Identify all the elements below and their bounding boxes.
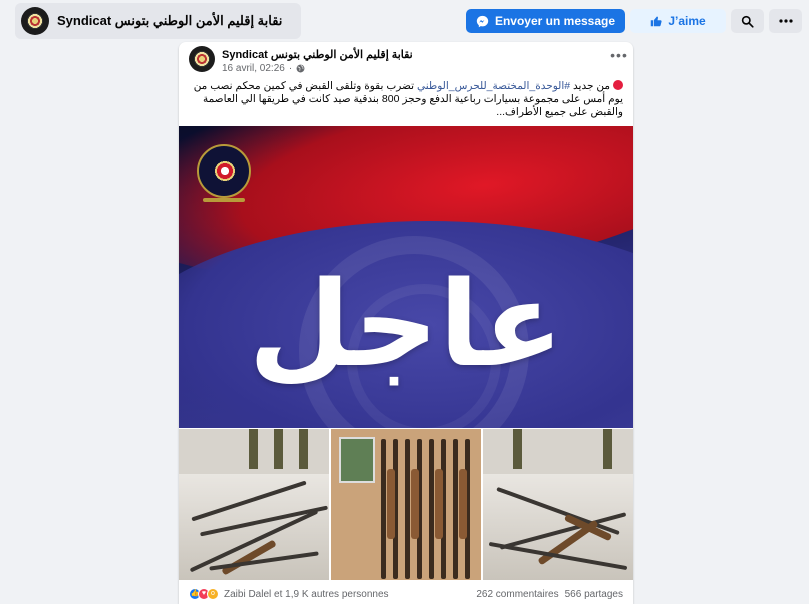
thumbs-up-icon bbox=[651, 16, 662, 27]
post-hashtag[interactable]: #الوحدة_المختصة_للحرس_الوطني bbox=[417, 80, 570, 92]
comments-count[interactable]: 262 commentaires bbox=[476, 589, 558, 600]
send-message-button[interactable]: Envoyer un message bbox=[466, 9, 625, 33]
crest-picture bbox=[339, 437, 375, 483]
post-meta: 16 avril, 02:26 · bbox=[222, 63, 305, 74]
post-header: Syndicat نقابة إقليم الأمن الوطني بتونس … bbox=[189, 46, 627, 78]
send-message-label: Envoyer un message bbox=[494, 14, 616, 28]
page-identity-chip[interactable]: Syndicat نقابة إقليم الأمن الوطني بتونس bbox=[15, 3, 301, 39]
post-main-image[interactable]: عاجل bbox=[179, 126, 633, 428]
like-page-button[interactable]: J’aime bbox=[630, 9, 726, 33]
messenger-icon bbox=[476, 15, 489, 27]
post-timestamp[interactable]: 16 avril, 02:26 bbox=[222, 63, 285, 74]
post-options-button[interactable]: ••• bbox=[609, 48, 629, 66]
photo-thumbnail[interactable] bbox=[179, 429, 329, 580]
union-badge-logo bbox=[197, 144, 251, 198]
top-bar: Syndicat نقابة إقليم الأمن الوطني بتونس … bbox=[0, 0, 809, 42]
more-options-button[interactable] bbox=[769, 9, 802, 33]
search-button[interactable] bbox=[731, 9, 764, 33]
red-circle-emoji bbox=[613, 80, 623, 90]
image-headline: عاجل bbox=[248, 255, 564, 393]
post-footer: 👍 ♥ o Zaibi Dalel et 1,9 K autres person… bbox=[189, 585, 623, 603]
post-text-lead: من جديد bbox=[570, 80, 610, 92]
shares-count[interactable]: 566 partages bbox=[565, 589, 623, 600]
page-name: Syndicat نقابة إقليم الأمن الوطني بتونس bbox=[57, 13, 283, 28]
post-text: من جديد #الوحدة_المختصة_للحرس_الوطني تضر… bbox=[189, 80, 623, 119]
reaction-icons[interactable]: 👍 ♥ o bbox=[189, 588, 219, 600]
photo-thumbnail[interactable] bbox=[331, 429, 481, 580]
badge-caption-bar bbox=[203, 198, 245, 202]
post-author[interactable]: Syndicat نقابة إقليم الأمن الوطني بتونس bbox=[222, 48, 413, 61]
like-page-label: J’aime bbox=[668, 14, 706, 28]
photo-thumbnails bbox=[179, 429, 633, 580]
reactors-summary[interactable]: Zaibi Dalel et 1,9 K autres personnes bbox=[224, 589, 389, 600]
author-avatar[interactable] bbox=[189, 46, 215, 72]
photo-thumbnail[interactable] bbox=[483, 429, 633, 580]
engagement-counts: 262 commentaires 566 partages bbox=[476, 589, 623, 600]
search-icon bbox=[741, 15, 754, 28]
more-icon bbox=[778, 19, 793, 23]
page-avatar bbox=[21, 7, 49, 35]
wow-reaction-icon: o bbox=[207, 588, 219, 600]
post-card: Syndicat نقابة إقليم الأمن الوطني بتونس … bbox=[179, 42, 633, 604]
globe-icon bbox=[296, 64, 305, 73]
